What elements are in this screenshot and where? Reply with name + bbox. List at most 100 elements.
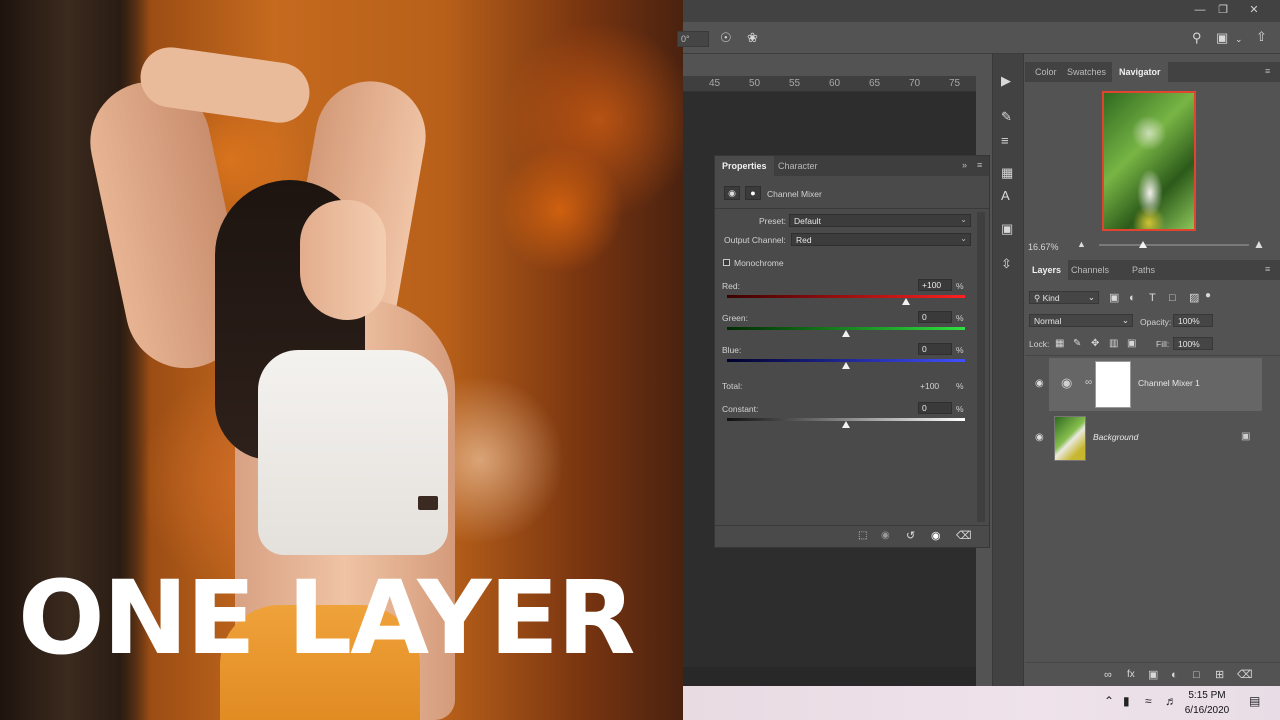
tab-swatches[interactable]: Swatches (1060, 62, 1113, 82)
delete-layer-icon[interactable]: ⌫ (1237, 668, 1253, 682)
clock-date[interactable]: 6/16/2020 (1180, 705, 1234, 716)
blue-label: Blue: (722, 345, 742, 355)
opacity-field[interactable]: 100% (1173, 314, 1213, 327)
layer-row-background[interactable]: ◉ Background ▣ (1035, 412, 1262, 465)
collapse-icon[interactable]: » (962, 160, 967, 170)
navigator-zoom[interactable]: 16.67% (1028, 242, 1059, 252)
constant-slider-thumb[interactable] (842, 421, 850, 428)
layer-row-channel-mixer[interactable]: ◉ ◉ ∞ Channel Mixer 1 (1035, 358, 1262, 411)
trash-icon[interactable]: ⌫ (956, 529, 972, 542)
red-slider-track[interactable] (727, 295, 965, 298)
tab-character[interactable]: Character (771, 156, 825, 176)
panel-menu-icon[interactable]: ≡ (1265, 264, 1270, 274)
tab-navigator[interactable]: Navigator (1112, 62, 1168, 82)
zoom-in-icon[interactable]: ▲ (1253, 237, 1265, 251)
background-layer-thumbnail[interactable] (1054, 416, 1086, 461)
zoom-slider-thumb[interactable] (1139, 241, 1147, 248)
libraries-icon[interactable]: ▣ (1001, 222, 1013, 236)
view-previous-state-icon[interactable]: ◉ (881, 530, 890, 541)
panel-menu-icon[interactable]: ≡ (977, 160, 982, 170)
tab-color[interactable]: Color (1028, 62, 1064, 82)
pixel-filter-icon[interactable]: ▣ (1109, 291, 1119, 305)
brush-settings-icon[interactable]: ✎ (1001, 110, 1012, 124)
add-mask-icon[interactable]: ▣ (1148, 668, 1158, 682)
properties-icon[interactable]: ▦ (1001, 166, 1013, 180)
close-button[interactable]: ✕ (1245, 3, 1263, 17)
share-icon[interactable]: ⇧ (1256, 30, 1267, 44)
layer-name[interactable]: Background (1093, 432, 1138, 442)
layer-mask-thumbnail[interactable] (1095, 361, 1131, 408)
battery-icon[interactable]: ▮ (1123, 694, 1130, 708)
tab-channels[interactable]: Channels (1064, 260, 1116, 280)
minimize-button[interactable]: — (1191, 3, 1209, 17)
layer-name[interactable]: Channel Mixer 1 (1138, 378, 1200, 388)
preset-select[interactable]: Default ⌄ (789, 214, 971, 227)
new-group-icon[interactable]: □ (1193, 668, 1200, 682)
symmetry-butterfly-icon[interactable]: ❀ (747, 31, 758, 45)
clock-time[interactable]: 5:15 PM (1180, 690, 1234, 701)
panel-menu-icon[interactable]: ≡ (1265, 66, 1270, 76)
workspace-icon[interactable]: ▣ (1216, 31, 1228, 45)
navigator-preview[interactable] (1102, 91, 1196, 231)
panel-icon-dock: ▶ ✎ ≡ ▦ A ▣ ⇳ (992, 54, 1024, 686)
smart-object-filter-icon[interactable]: ▨ (1189, 291, 1199, 305)
volume-icon[interactable]: ♬ (1165, 694, 1177, 708)
blend-mode-select[interactable]: Normal ⌄ (1029, 314, 1133, 327)
visibility-eye-icon[interactable]: ◉ (1035, 378, 1044, 389)
lock-transparent-icon[interactable]: ▦ (1055, 337, 1064, 351)
eye-icon[interactable]: ◉ (931, 529, 941, 542)
tab-paths[interactable]: Paths (1125, 260, 1162, 280)
restore-button[interactable]: ❐ (1214, 3, 1232, 17)
lock-position-icon[interactable]: ✥ (1091, 337, 1099, 351)
link-icon[interactable]: ∞ (1085, 377, 1092, 388)
percent-sign: % (956, 345, 964, 355)
green-value-field[interactable]: 0 (918, 311, 952, 323)
zoom-slider[interactable] (1099, 244, 1249, 246)
fx-icon[interactable]: fx (1127, 668, 1135, 682)
tab-properties[interactable]: Properties (715, 156, 774, 176)
type-filter-icon[interactable]: T (1149, 291, 1156, 305)
constant-value-field[interactable]: 0 (918, 402, 952, 414)
reset-icon[interactable]: ↺ (906, 529, 915, 542)
tab-layers[interactable]: Layers (1025, 260, 1069, 280)
search-icon: ⚲ (1034, 293, 1043, 303)
adjustment-layer-icon[interactable]: ◉ (724, 186, 740, 200)
fill-value: 100% (1178, 339, 1200, 349)
blue-value-field[interactable]: 0 (918, 343, 952, 355)
link-layers-icon[interactable]: ∞ (1104, 668, 1112, 682)
red-slider-thumb[interactable] (901, 298, 910, 305)
properties-scrollbar[interactable] (977, 212, 985, 522)
pressure-icon[interactable]: ☉ (720, 31, 732, 45)
angle-field[interactable]: 0° (677, 31, 709, 47)
lock-image-icon[interactable]: ✎ (1073, 337, 1081, 351)
history-icon[interactable]: ⇳ (1001, 257, 1012, 271)
clip-to-layer-icon[interactable]: ⬚ (858, 530, 867, 541)
visibility-eye-icon[interactable]: ◉ (1035, 432, 1044, 443)
new-adjustment-icon[interactable]: ◐ (1171, 668, 1178, 682)
green-slider-thumb[interactable] (842, 330, 850, 337)
monochrome-checkbox[interactable] (723, 259, 730, 266)
adjustments-icon[interactable]: ≡ (1001, 134, 1009, 148)
red-value-field[interactable]: +100 (918, 279, 952, 291)
chevron-up-icon[interactable]: ⌃ (1104, 694, 1114, 708)
notifications-icon[interactable]: ▤ (1249, 694, 1260, 708)
new-layer-icon[interactable]: ⊞ (1215, 668, 1224, 682)
fill-field[interactable]: 100% (1173, 337, 1213, 350)
zoom-out-icon[interactable]: ▲ (1077, 239, 1086, 249)
blue-slider-thumb[interactable] (842, 362, 850, 369)
mask-icon[interactable]: ● (745, 186, 761, 200)
layers-tabs: Layers Channels Paths ≡ (1025, 260, 1280, 280)
output-channel-select[interactable]: Red ⌄ (791, 233, 971, 246)
wifi-icon[interactable]: ≈ (1145, 694, 1152, 708)
overlay-title: ONE LAYER (18, 559, 636, 678)
shape-filter-icon[interactable]: □ (1169, 291, 1176, 305)
play-icon[interactable]: ▶ (1001, 74, 1011, 88)
lock-artboard-icon[interactable]: ▥ (1109, 337, 1118, 351)
search-icon[interactable]: ⚲ (1192, 31, 1202, 45)
chevron-down-icon[interactable]: ⌄ (1235, 32, 1243, 46)
filter-kind-select[interactable]: ⚲ Kind ⌄ (1029, 291, 1099, 304)
character-icon[interactable]: A (1001, 189, 1010, 203)
adjustment-filter-icon[interactable]: ◐ (1129, 291, 1136, 305)
lock-all-icon[interactable]: ▣ (1127, 337, 1136, 351)
filter-toggle-icon[interactable]: ● (1205, 289, 1211, 303)
